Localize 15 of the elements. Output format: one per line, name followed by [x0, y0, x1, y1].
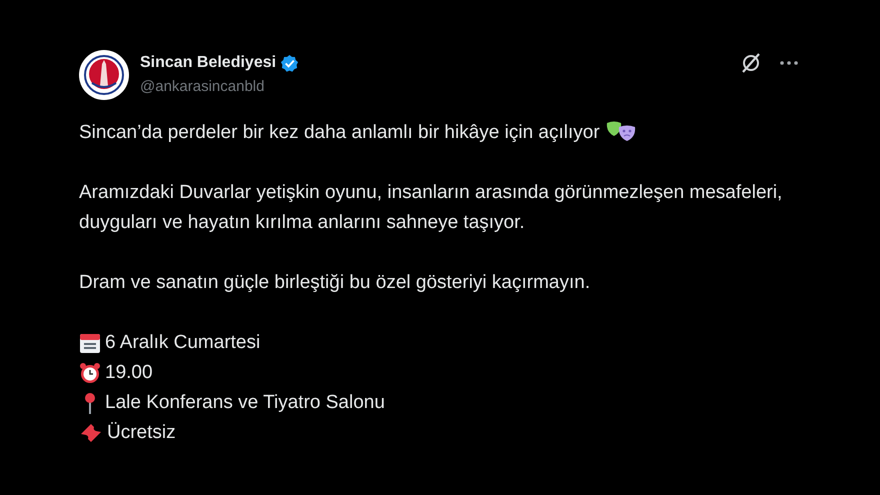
- avatar-logo[interactable]: [79, 50, 129, 100]
- author-handle[interactable]: @ankarasincanbld: [140, 77, 740, 97]
- calendar-icon: [79, 332, 101, 354]
- author-name[interactable]: Sincan Belediyesi: [140, 52, 276, 74]
- detail-text: 6 Aralık Cumartesi: [105, 331, 260, 355]
- detail-text: Ücretsiz: [107, 421, 176, 445]
- ticket-icon: [79, 422, 103, 444]
- grok-icon[interactable]: [740, 52, 762, 74]
- detail-text: 19.00: [105, 361, 153, 385]
- alarm-clock-icon: [79, 362, 101, 384]
- post-text: Dram ve sanatın güçle birleştiği bu özel gösteriyi kaçırmayın.: [79, 272, 590, 293]
- detail-text: Lale Konferans ve Tiyatro Salonu: [105, 391, 385, 415]
- more-icon[interactable]: [780, 61, 798, 65]
- post-text: Aramızdaki Duvarlar yetişkin oyunu, insanların arasında görünmezleşen mesafeleri, duyguları ve hayatın kırılma anlarını sahneye taşıyor.: [79, 182, 782, 233]
- post-text: Sincan’da perdeler bir kez daha anlamlı bir hikâye için açılıyor: [79, 122, 600, 143]
